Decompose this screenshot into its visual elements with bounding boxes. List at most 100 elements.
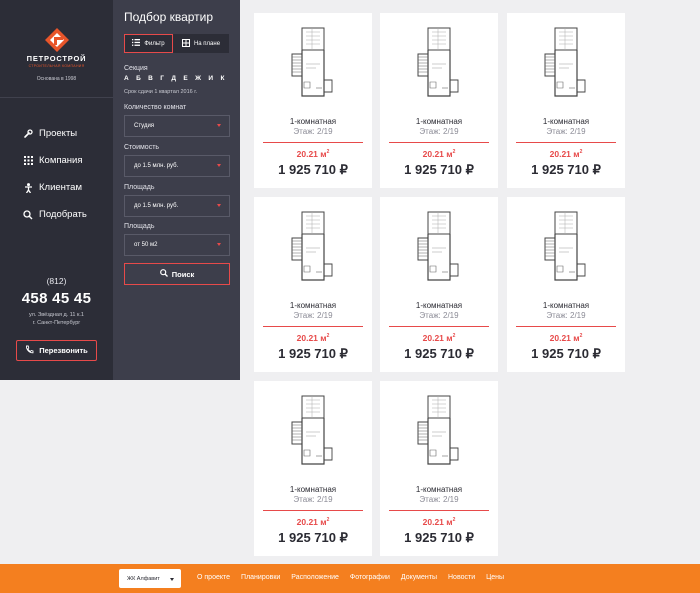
caret-down-icon [217,243,221,246]
tab-plan[interactable]: На плане [173,34,229,53]
apartment-card[interactable]: 1-комнатная Этаж: 2/19 20.21 м2 1 925 71… [380,197,498,372]
nav-item-clients[interactable]: Клиентам [22,174,87,201]
card-divider [263,142,363,143]
card-floor: Этаж: 2/19 [546,311,586,320]
card-floor: Этаж: 2/19 [419,311,459,320]
list-icon [132,39,141,48]
footer-link-location[interactable]: Расположение [291,574,339,581]
section-letters[interactable]: А Б В Г Д Е Ж И К [124,75,227,82]
search-label: Поиск [171,269,195,279]
card-price: 1 925 710 ₽ [404,530,474,545]
card-divider [389,142,489,143]
card-area: 20.21 м2 [507,333,625,343]
card-area-value: 20.21 м [549,149,580,159]
footer-link-about[interactable]: О проекте [197,574,230,581]
card-area-value: 20.21 м [296,149,327,159]
card-price: 1 925 710 ₽ [531,346,601,361]
main-nav: Проекты Компания Клиентам Подобрать [22,120,87,228]
card-rooms: 1-комнатная [289,117,337,126]
footer-link-plans[interactable]: Планировки [241,574,280,581]
caret-down-icon [170,578,174,581]
card-area-unit-sup: 2 [452,517,456,524]
floor-plan-icon [291,27,333,97]
card-floor: Этаж: 2/19 [293,495,333,504]
phone-number[interactable]: 458 45 45 [0,290,113,307]
address: ул. Звёздная д. 11 к.1 г. Санкт-Петербур… [0,311,113,327]
caret-down-icon [217,164,221,167]
footer-link-news[interactable]: Новости [448,574,475,581]
apartment-card[interactable]: 1-комнатная Этаж: 2/19 20.21 м2 1 925 71… [380,381,498,556]
tab-filter[interactable]: Фильтр [124,34,173,53]
plan-grid-icon [181,38,190,49]
card-area: 20.21 м2 [254,333,372,343]
floor-plan-icon [291,211,333,281]
card-area-value: 20.21 м [296,333,327,343]
card-area-unit-sup: 2 [579,333,583,340]
card-area-unit-sup: 2 [452,333,456,340]
card-area: 20.21 м2 [507,149,625,159]
cost-value: до 1.5 млн. руб. [134,163,179,169]
apartment-card[interactable]: 1-комнатная Этаж: 2/19 20.21 м2 1 925 71… [254,381,372,556]
card-area: 20.21 м2 [380,149,498,159]
footer: ЖК Алфавит О проекте Планировки Располож… [0,564,700,593]
logo[interactable]: ПЕТРОСТРОЙ СТРОИТЕЛЬНАЯ КОМПАНИЯ Основан… [0,28,113,82]
floor-plan-icon [417,211,459,281]
apartment-card[interactable]: 1-комнатная Этаж: 2/19 20.21 м2 1 925 71… [254,13,372,188]
phone-icon [25,345,34,356]
rooms-select[interactable]: Студия [124,115,230,137]
card-area-value: 20.21 м [422,517,453,527]
footer-link-prices[interactable]: Цены [486,574,504,581]
floor-plan-icon [417,27,459,97]
footer-link-docs[interactable]: Документы [401,574,437,581]
sidebar-divider [0,97,113,98]
card-rooms: 1-комнатная [415,117,463,126]
nav-item-company[interactable]: Компания [22,147,87,174]
nav-item-pick[interactable]: Подобрать [22,201,87,228]
rooms-value: Студия [134,123,155,129]
footer-link-photos[interactable]: Фотографии [350,574,390,581]
cost-select[interactable]: до 1.5 млн. руб. [124,155,230,177]
card-rooms: 1-комнатная [289,485,337,494]
brand-subtitle: СТРОИТЕЛЬНАЯ КОМПАНИЯ [28,64,85,68]
card-area-value: 20.21 м [422,149,453,159]
callback-button[interactable]: Перезвонить [16,340,97,361]
search-icon [159,269,168,279]
nav-label: Клиентам [39,182,82,193]
floor-plan-icon [544,27,586,97]
apartment-card[interactable]: 1-комнатная Этаж: 2/19 20.21 м2 1 925 71… [254,197,372,372]
card-area-unit-sup: 2 [326,333,330,340]
floor-plan-icon [417,395,459,465]
card-divider [389,326,489,327]
area2-value: от 50 м2 [134,242,158,248]
card-floor: Этаж: 2/19 [293,311,333,320]
apartment-card[interactable]: 1-комнатная Этаж: 2/19 20.21 м2 1 925 71… [507,13,625,188]
search-button[interactable]: Поиск [124,263,230,285]
deadline-text: Срок сдачи 1 квартал 2016 г. [124,89,198,95]
area2-select[interactable]: от 50 м2 [124,234,230,256]
area-select[interactable]: до 1.5 млн. руб. [124,195,230,217]
nav-item-projects[interactable]: Проекты [22,120,87,147]
callback-label: Перезвонить [39,346,88,355]
complex-value: ЖК Алфавит [127,575,160,582]
apartment-card[interactable]: 1-комнатная Этаж: 2/19 20.21 м2 1 925 71… [507,197,625,372]
sidebar: ПЕТРОСТРОЙ СТРОИТЕЛЬНАЯ КОМПАНИЯ Основан… [0,0,113,380]
apartment-card[interactable]: 1-комнатная Этаж: 2/19 20.21 м2 1 925 71… [380,13,498,188]
filter-tabs: Фильтр На плане [124,34,229,53]
complex-select[interactable]: ЖК Алфавит [119,569,181,588]
person-icon [22,182,34,193]
card-area-value: 20.21 м [296,517,327,527]
wrench-icon [22,128,34,139]
area2-label: Площадь [124,223,155,230]
tab-label: Фильтр [144,40,165,47]
card-price: 1 925 710 ₽ [404,162,474,177]
card-divider [516,326,616,327]
rooms-label: Количество комнат [124,104,187,111]
area-label: Площадь [124,184,155,191]
card-price: 1 925 710 ₽ [404,346,474,361]
cost-label: Стоимость [124,144,160,151]
card-area: 20.21 м2 [380,333,498,343]
brand-founded: Основана в 1998 [36,76,77,82]
filter-title: Подбор квартир [124,10,214,24]
nav-label: Проекты [39,128,78,139]
card-area: 20.21 м2 [254,149,372,159]
